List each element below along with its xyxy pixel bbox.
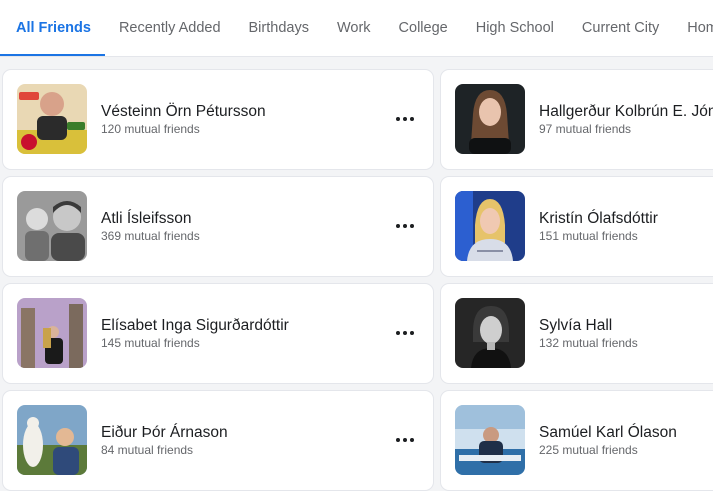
friend-card[interactable]: Vésteinn Örn Pétursson 120 mutual friend…: [2, 69, 434, 170]
more-options-ellipsis-icon[interactable]: [391, 214, 419, 238]
avatar[interactable]: [17, 191, 87, 261]
more-options-ellipsis-icon[interactable]: [391, 321, 419, 345]
avatar[interactable]: [17, 84, 87, 154]
mutual-friends-count[interactable]: 151 mutual friends: [539, 229, 638, 243]
friend-card[interactable]: Atli Ísleifsson 369 mutual friends: [2, 176, 434, 277]
friend-card[interactable]: Eiður Þór Árnason 84 mutual friends: [2, 390, 434, 491]
mutual-friends-count[interactable]: 120 mutual friends: [101, 122, 200, 136]
friend-card[interactable]: Kristín Ólafsdóttir 151 mutual friends: [440, 176, 713, 277]
tab-all-friends[interactable]: All Friends: [0, 0, 105, 56]
friend-name[interactable]: Samúel Karl Ólason: [539, 424, 677, 442]
mutual-friends-count[interactable]: 84 mutual friends: [101, 443, 193, 457]
tab-current-city[interactable]: Current City: [568, 0, 673, 56]
friend-name[interactable]: Hallgerður Kolbrún E. Jóns: [539, 103, 713, 121]
friend-card[interactable]: Elísabet Inga Sigurðardóttir 145 mutual …: [2, 283, 434, 384]
avatar[interactable]: [17, 298, 87, 368]
friend-name[interactable]: Sylvía Hall: [539, 317, 612, 335]
more-options-ellipsis-icon[interactable]: [391, 428, 419, 452]
friend-name[interactable]: Eiður Þór Árnason: [101, 424, 228, 442]
avatar[interactable]: [455, 191, 525, 261]
friend-name[interactable]: Elísabet Inga Sigurðardóttir: [101, 317, 289, 335]
friend-card[interactable]: Samúel Karl Ólason 225 mutual friends: [440, 390, 713, 491]
avatar[interactable]: [17, 405, 87, 475]
tab-birthdays[interactable]: Birthdays: [235, 0, 323, 56]
tab-recently-added[interactable]: Recently Added: [105, 0, 235, 56]
tab-hometown[interactable]: Hometown: [673, 0, 713, 56]
friend-name[interactable]: Vésteinn Örn Pétursson: [101, 103, 266, 121]
friend-name[interactable]: Kristín Ólafsdóttir: [539, 210, 658, 228]
friends-tab-bar: All Friends Recently Added Birthdays Wor…: [0, 0, 713, 57]
tab-college[interactable]: College: [385, 0, 462, 56]
friend-card[interactable]: Sylvía Hall 132 mutual friends: [440, 283, 713, 384]
friend-name[interactable]: Atli Ísleifsson: [101, 210, 191, 228]
tab-work[interactable]: Work: [323, 0, 385, 56]
tab-high-school[interactable]: High School: [462, 0, 568, 56]
avatar[interactable]: [455, 84, 525, 154]
avatar[interactable]: [455, 405, 525, 475]
mutual-friends-count[interactable]: 97 mutual friends: [539, 122, 631, 136]
mutual-friends-count[interactable]: 132 mutual friends: [539, 336, 638, 350]
friend-card[interactable]: Hallgerður Kolbrún E. Jóns 97 mutual fri…: [440, 69, 713, 170]
avatar[interactable]: [455, 298, 525, 368]
mutual-friends-count[interactable]: 225 mutual friends: [539, 443, 638, 457]
mutual-friends-count[interactable]: 145 mutual friends: [101, 336, 200, 350]
mutual-friends-count[interactable]: 369 mutual friends: [101, 229, 200, 243]
friends-grid: Vésteinn Örn Pétursson 120 mutual friend…: [0, 57, 713, 491]
more-options-ellipsis-icon[interactable]: [391, 107, 419, 131]
